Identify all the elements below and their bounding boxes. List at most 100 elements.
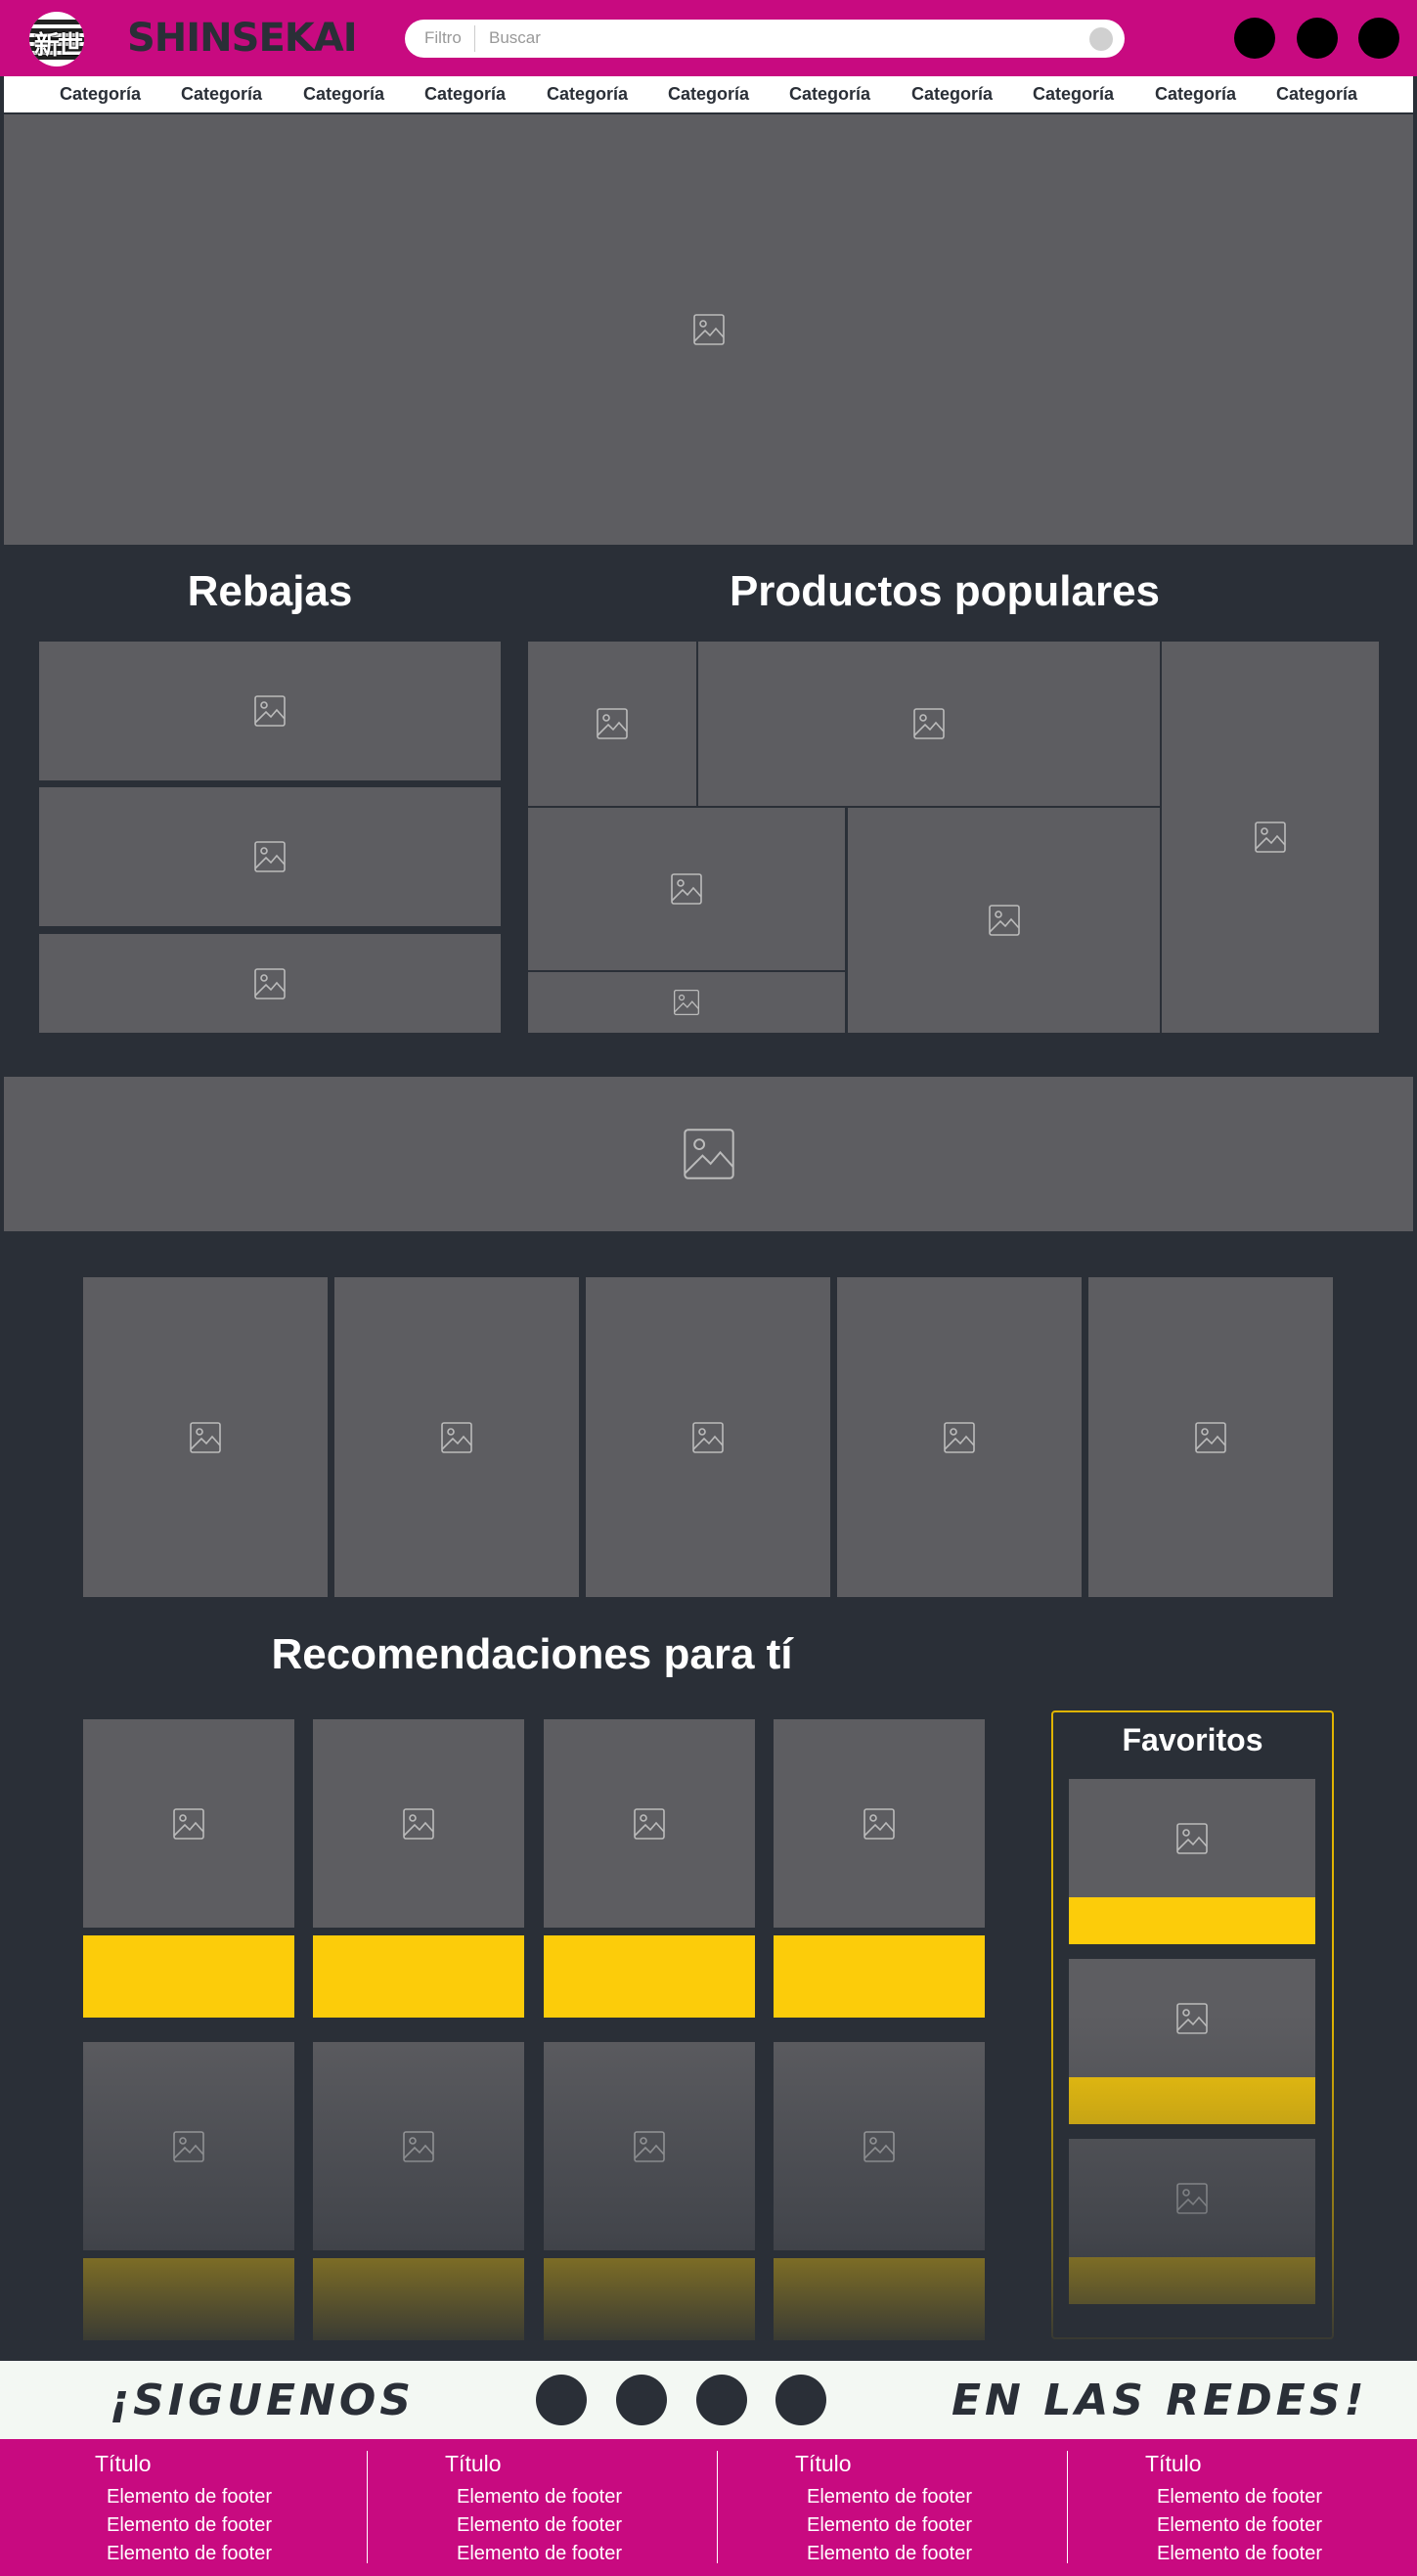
footer-link[interactable]: Elemento de footer (457, 2483, 758, 2511)
category-link[interactable]: Categoría (303, 84, 384, 105)
footer-column: Título Elemento de footer Elemento de fo… (1145, 2451, 1417, 2568)
footer-link[interactable]: Elemento de footer (807, 2511, 1108, 2540)
social-left-text: ¡SIGUENOS (110, 2376, 415, 2425)
image-placeholder-icon (633, 2130, 666, 2163)
category-link[interactable]: Categoría (547, 84, 628, 105)
category-link[interactable]: Categoría (668, 84, 749, 105)
footer-divider (367, 2451, 368, 2563)
recommendation-card-image[interactable] (544, 1719, 755, 1928)
recommendation-card-info[interactable] (83, 1935, 294, 2018)
category-link[interactable]: Categoría (424, 84, 506, 105)
favorite-card-info[interactable] (1069, 2257, 1315, 2304)
site-header: 新世界 SHINSEKAI Filtro (0, 0, 1417, 76)
category-link[interactable]: Categoría (789, 84, 870, 105)
footer-divider (717, 2451, 718, 2563)
social-icon-1[interactable] (536, 2375, 587, 2425)
hero-banner[interactable] (4, 114, 1413, 545)
image-placeholder-icon (943, 1421, 976, 1454)
recommendation-card-info[interactable] (774, 2258, 985, 2340)
featured-card[interactable] (1088, 1277, 1333, 1597)
category-link[interactable]: Categoría (181, 84, 262, 105)
footer-link[interactable]: Elemento de footer (807, 2483, 1108, 2511)
category-nav: Categoría Categoría Categoría Categoría … (4, 76, 1413, 112)
footer-divider (1067, 2451, 1068, 2563)
category-link[interactable]: Categoría (911, 84, 993, 105)
search-filter-button[interactable]: Filtro (424, 28, 462, 48)
footer-column: Título Elemento de footer Elemento de fo… (445, 2451, 758, 2568)
recommendations-title: Recomendaciones para tí (271, 1630, 793, 1678)
recommendation-card-info[interactable] (83, 2258, 294, 2340)
social-icon-3[interactable] (696, 2375, 747, 2425)
favorite-card-image[interactable] (1069, 1779, 1315, 1897)
popular-product-card[interactable] (848, 808, 1160, 1033)
recommendation-card-info[interactable] (313, 2258, 524, 2340)
recommendation-card-info[interactable] (313, 1935, 524, 2018)
footer-link[interactable]: Elemento de footer (107, 2540, 408, 2568)
cart-icon[interactable] (1234, 18, 1275, 59)
logo-icon[interactable]: 新世界 (29, 12, 84, 67)
image-placeholder-icon (596, 707, 629, 740)
favorite-card-image[interactable] (1069, 2139, 1315, 2257)
image-placeholder-icon (172, 1807, 205, 1841)
image-placeholder-icon (253, 840, 287, 873)
favorites-icon[interactable] (1297, 18, 1338, 59)
sale-product-card[interactable] (39, 934, 501, 1033)
favorite-card-image[interactable] (1069, 1959, 1315, 2077)
image-placeholder-icon (172, 2130, 205, 2163)
recommendation-card-info[interactable] (544, 2258, 755, 2340)
logo-kanji: 新世界 (33, 31, 83, 61)
search-bar: Filtro (405, 20, 1125, 58)
footer-link[interactable]: Elemento de footer (1157, 2540, 1417, 2568)
footer-link[interactable]: Elemento de footer (807, 2540, 1108, 2568)
search-input[interactable] (489, 25, 1076, 51)
recommendation-card-image[interactable] (774, 1719, 985, 1928)
popular-product-card[interactable] (528, 808, 845, 970)
promo-banner[interactable] (4, 1077, 1413, 1231)
image-placeholder-icon (253, 694, 287, 728)
category-link[interactable]: Categoría (1033, 84, 1114, 105)
featured-card[interactable] (83, 1277, 328, 1597)
user-icon[interactable] (1358, 18, 1399, 59)
recommendation-card-info[interactable] (544, 1935, 755, 2018)
image-placeholder-icon (402, 2130, 435, 2163)
footer-link[interactable]: Elemento de footer (107, 2511, 408, 2540)
featured-card[interactable] (334, 1277, 579, 1597)
favorite-card-info[interactable] (1069, 2077, 1315, 2124)
search-submit-button[interactable] (1089, 27, 1113, 51)
recommendation-card-info[interactable] (774, 1935, 985, 2018)
sale-product-card[interactable] (39, 787, 501, 926)
recommendation-card-image[interactable] (83, 2042, 294, 2250)
category-link[interactable]: Categoría (1276, 84, 1357, 105)
recommendation-card-image[interactable] (544, 2042, 755, 2250)
recommendation-card-image[interactable] (313, 2042, 524, 2250)
featured-card[interactable] (837, 1277, 1082, 1597)
featured-card[interactable] (586, 1277, 830, 1597)
category-link[interactable]: Categoría (60, 84, 141, 105)
image-placeholder-icon (253, 967, 287, 1000)
image-placeholder-icon (912, 707, 946, 740)
image-placeholder-icon (692, 313, 726, 346)
popular-product-card[interactable] (528, 642, 696, 806)
popular-product-card[interactable] (1162, 642, 1379, 1033)
image-placeholder-icon (673, 989, 700, 1016)
recommendation-card-image[interactable] (83, 1719, 294, 1928)
sale-product-card[interactable] (39, 642, 501, 780)
popular-products-title: Productos populares (729, 567, 1161, 615)
popular-product-card[interactable] (528, 972, 845, 1033)
social-icon-4[interactable] (775, 2375, 826, 2425)
image-placeholder-icon (988, 904, 1021, 937)
footer-link[interactable]: Elemento de footer (457, 2511, 758, 2540)
recommendation-card-image[interactable] (774, 2042, 985, 2250)
footer-link[interactable]: Elemento de footer (1157, 2483, 1417, 2511)
footer-column-title: Título (795, 2451, 852, 2476)
footer-link[interactable]: Elemento de footer (1157, 2511, 1417, 2540)
recommendation-card-image[interactable] (313, 1719, 524, 1928)
popular-product-card[interactable] (698, 642, 1160, 806)
logo-text[interactable]: SHINSEKAI (127, 16, 358, 61)
footer-link[interactable]: Elemento de footer (457, 2540, 758, 2568)
favorite-card-info[interactable] (1069, 1897, 1315, 1944)
category-link[interactable]: Categoría (1155, 84, 1236, 105)
social-icon-2[interactable] (616, 2375, 667, 2425)
site-footer: Título Elemento de footer Elemento de fo… (0, 2439, 1417, 2576)
footer-link[interactable]: Elemento de footer (107, 2483, 408, 2511)
